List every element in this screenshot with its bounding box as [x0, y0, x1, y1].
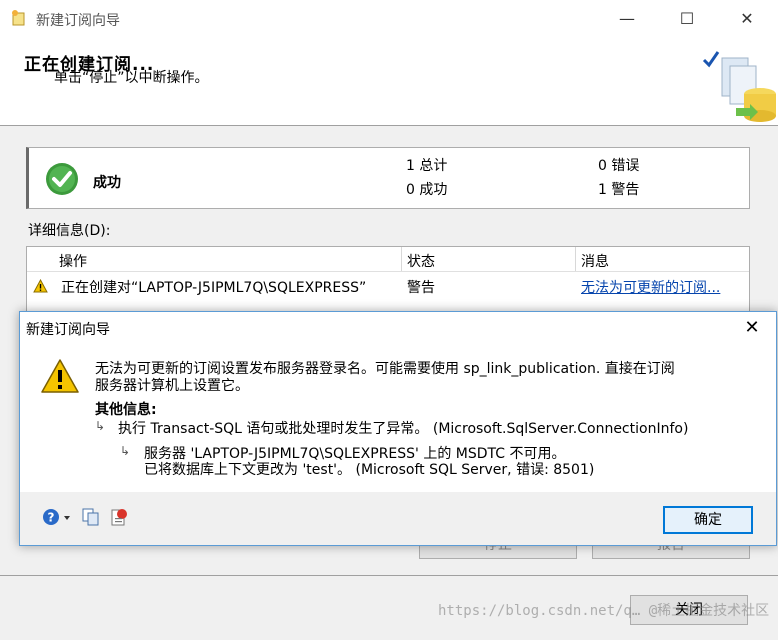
window-title: 新建订阅向导	[36, 13, 120, 29]
indent-arrow-icon: ↳	[120, 444, 131, 458]
wizard-banner-icon	[702, 51, 776, 122]
row-action: 正在创建对“LAPTOP-J5IPML7Q\SQLEXPRESS”	[61, 280, 367, 296]
dialog-message-line2: 服务器计算机上设置它。	[95, 378, 249, 394]
maximize-icon[interactable]: ☐	[664, 6, 710, 32]
ok-button[interactable]: 确定	[663, 506, 753, 534]
column-divider	[401, 247, 402, 271]
success-count: 0 成功	[406, 182, 448, 198]
page-subtitle: 单击“停止”以中断操作。	[54, 70, 209, 86]
help-icon[interactable]: ?	[42, 508, 74, 526]
details-label: 详细信息(D):	[28, 223, 111, 239]
footer-divider	[0, 575, 778, 576]
error-count: 0 错误	[598, 158, 640, 174]
details-icon[interactable]	[110, 508, 128, 526]
dialog-detail1: 执行 Transact-SQL 语句或批处理时发生了异常。 (Microsoft…	[118, 421, 689, 437]
dialog-body: 无法为可更新的订阅设置发布服务器登录名。可能需要使用 sp_link_publi…	[20, 344, 776, 492]
app-icon	[12, 10, 25, 26]
column-header-message[interactable]: 消息	[581, 251, 609, 271]
row-message-link[interactable]: 无法为可更新的订阅...	[581, 277, 720, 297]
watermark: https://blog.csdn.net/q… @稀土掘金技术社区	[438, 603, 770, 619]
status-result: 成功	[93, 175, 121, 191]
error-dialog: 新建订阅向导 ✕ 无法为可更新的订阅设置发布服务器登录名。可能需要使用 sp_l…	[19, 311, 777, 546]
close-icon[interactable]: ✕	[724, 6, 770, 32]
indent-arrow-icon: ↳	[95, 419, 106, 433]
title-bar: 新建订阅向导 — ☐ ✕	[0, 0, 778, 38]
column-header-status[interactable]: 状态	[407, 251, 435, 271]
dialog-close-icon[interactable]: ✕	[734, 314, 770, 342]
svg-text:?: ?	[48, 511, 55, 525]
check-circle-icon	[46, 163, 78, 195]
copy-icon[interactable]	[82, 508, 100, 526]
column-header-action[interactable]: 操作	[59, 251, 87, 271]
warning-count: 1 警告	[598, 182, 640, 198]
status-panel: 成功 1 总计 0 成功 0 错误 1 警告	[26, 147, 750, 209]
row-status: 警告	[407, 280, 435, 296]
wizard-header: 正在创建订阅... 单击“停止”以中断操作。	[0, 38, 778, 126]
wizard-window: 新建订阅向导 — ☐ ✕ 正在创建订阅... 单击“停止”以中断操作。 成功 1…	[0, 0, 778, 640]
dialog-detail2-line2: 已将数据库上下文更改为 'test'。 (Microsoft SQL Serve…	[144, 462, 595, 478]
minimize-icon[interactable]: —	[604, 6, 650, 32]
warning-icon	[33, 279, 48, 293]
total-count: 1 总计	[406, 158, 448, 174]
column-divider	[575, 247, 576, 271]
dialog-title: 新建订阅向导	[26, 322, 110, 338]
dialog-title-bar: 新建订阅向导 ✕	[20, 312, 776, 344]
other-info-label: 其他信息:	[95, 402, 157, 418]
header-divider	[27, 271, 749, 272]
warning-triangle-icon	[41, 359, 79, 393]
